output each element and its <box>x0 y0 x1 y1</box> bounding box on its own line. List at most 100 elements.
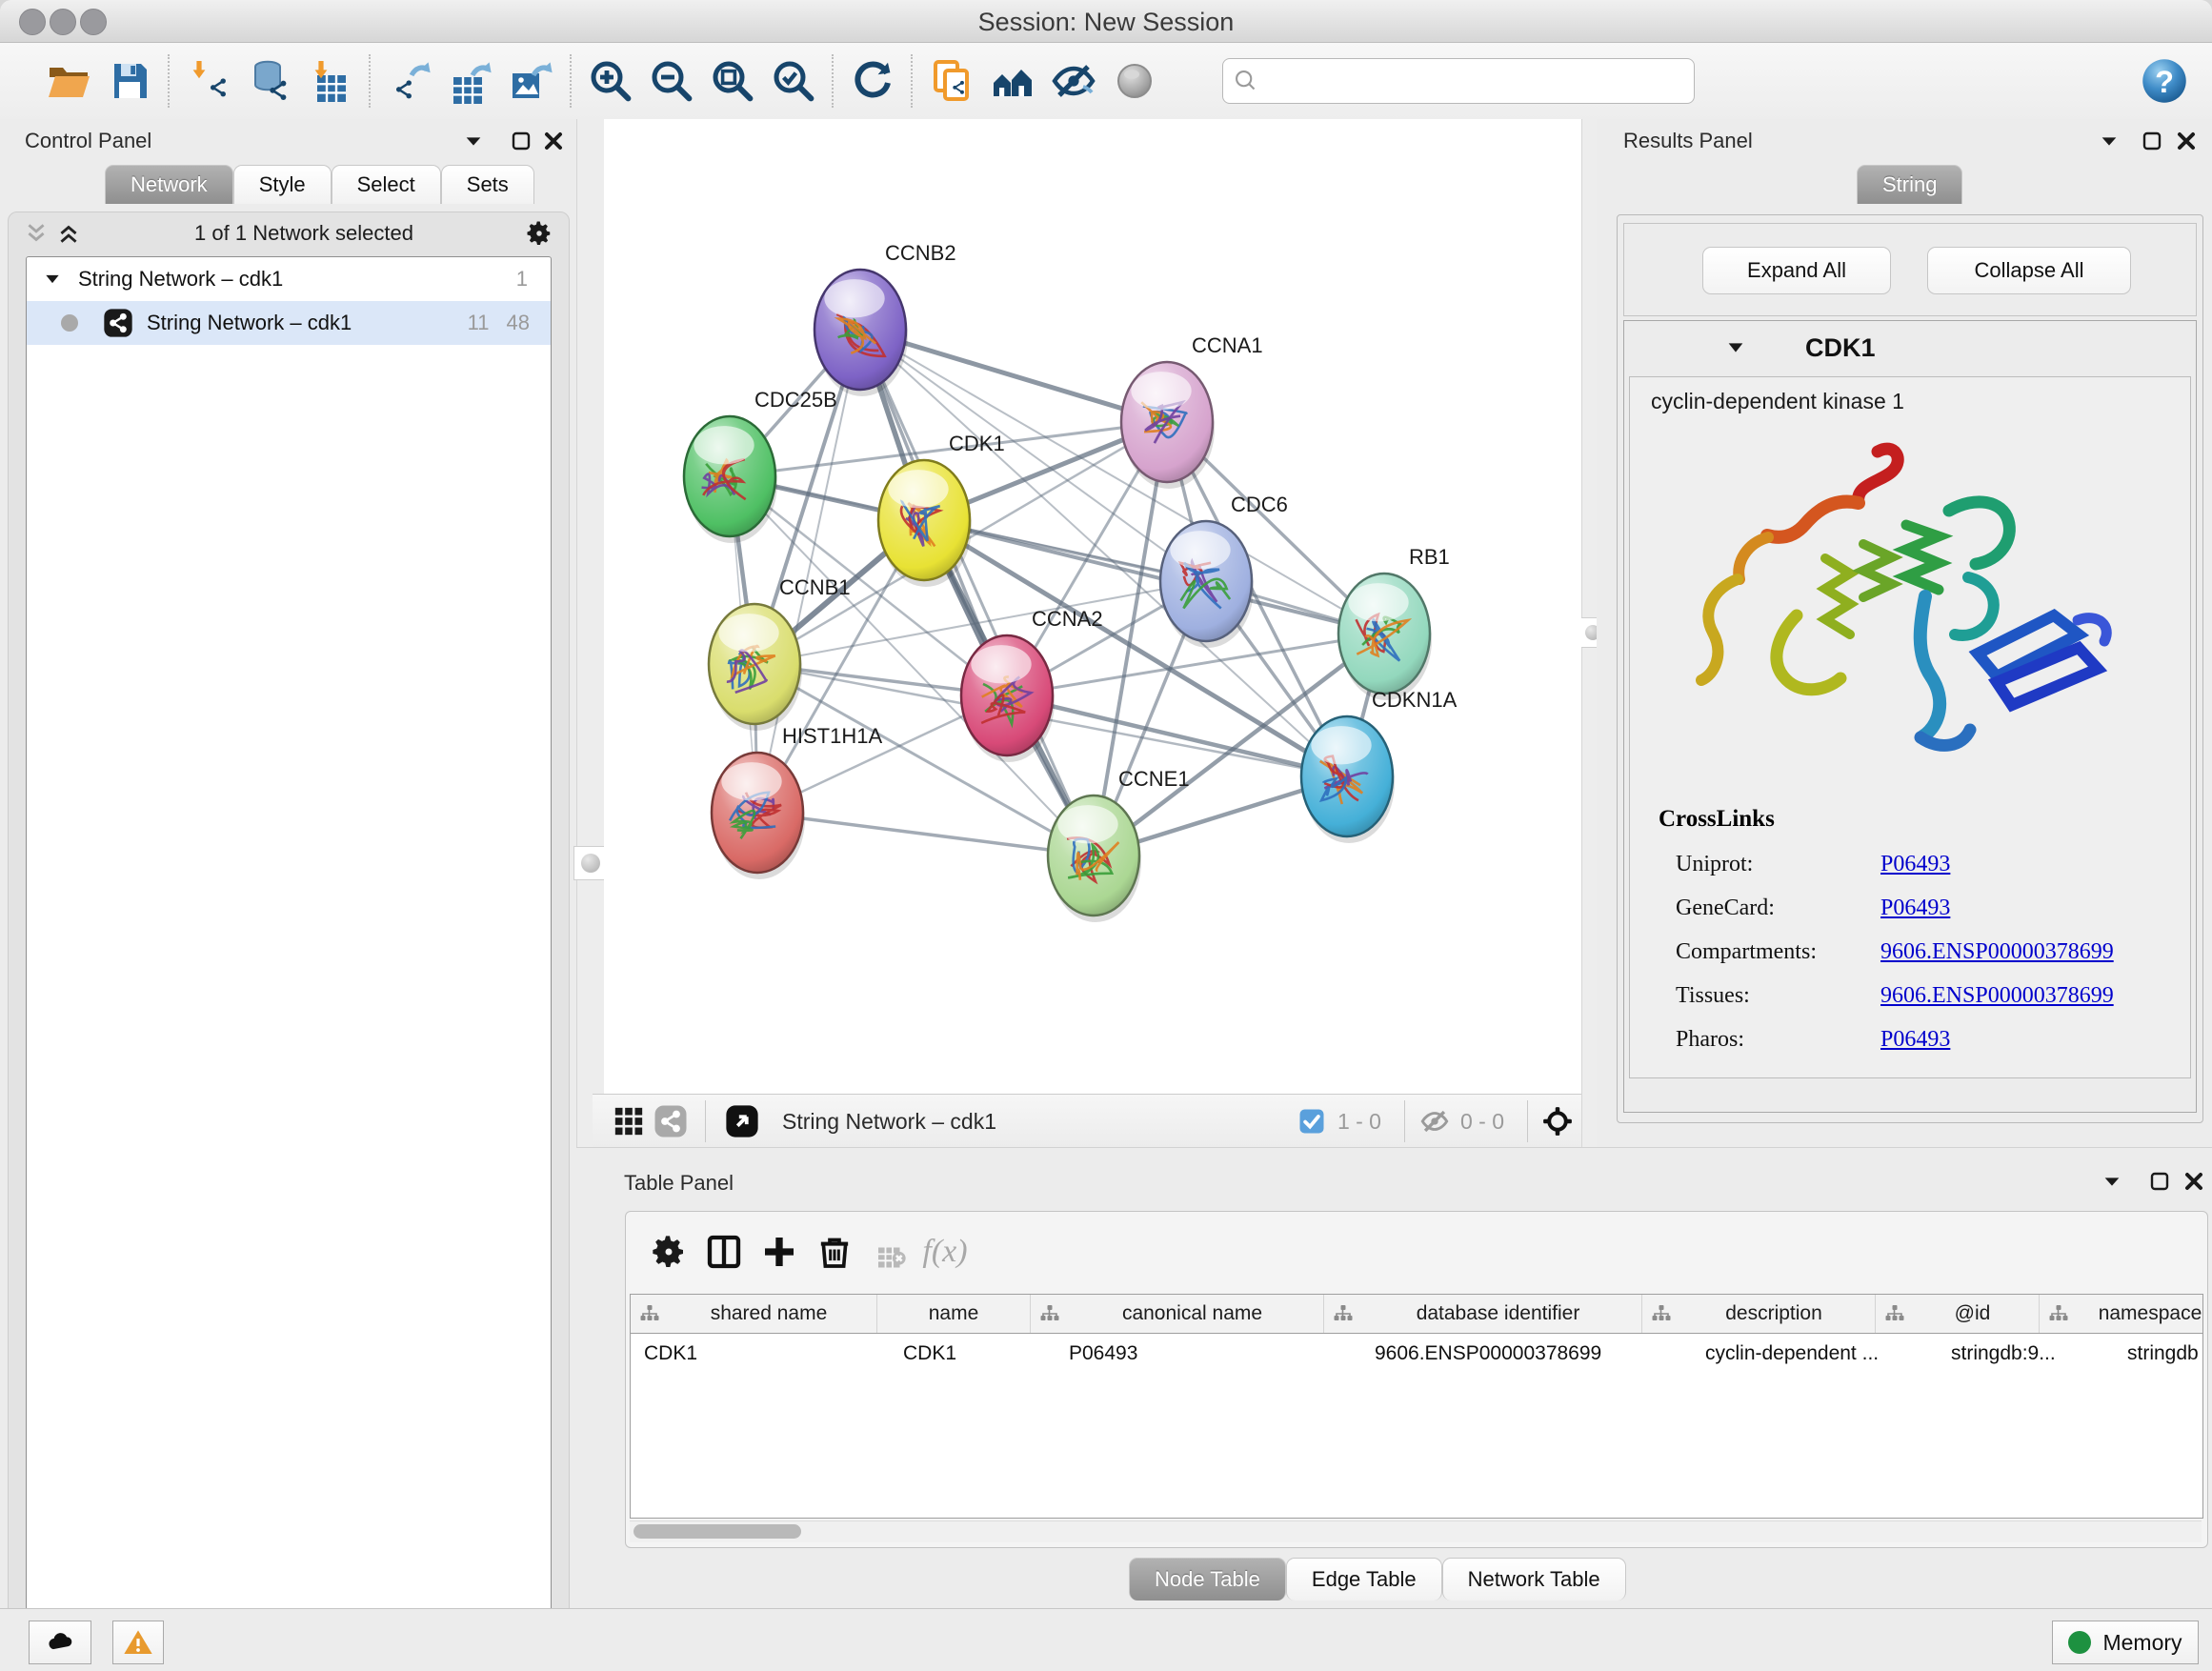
edge-CDK1-RB1[interactable] <box>924 520 1384 634</box>
export-network-button[interactable] <box>379 50 440 111</box>
export-table-button[interactable] <box>440 50 501 111</box>
expand-all-networks-icon[interactable] <box>20 217 52 250</box>
zoom-in-button[interactable] <box>580 50 641 111</box>
crosslink-link[interactable]: 9606.ENSP00000378699 <box>1880 939 2114 964</box>
edge-CCNB2-CCNE1[interactable] <box>860 330 1094 856</box>
cell--id[interactable]: stringdb:9... <box>1938 1342 2114 1365</box>
node-HIST1H1A[interactable]: HIST1H1A <box>712 724 882 879</box>
collapse-all-networks-icon[interactable] <box>52 217 85 250</box>
grid-view-icon[interactable] <box>608 1105 650 1137</box>
hidden-eye-icon[interactable] <box>1418 1105 1451 1137</box>
toolbar-separator <box>168 54 171 108</box>
zoom-fit-icon <box>710 58 755 104</box>
trash-button[interactable] <box>807 1225 862 1278</box>
cdk1-section-header[interactable]: CDK1 <box>1624 321 2196 374</box>
column-header-namespace[interactable]: namespace <box>2040 1295 2203 1333</box>
gear-button[interactable] <box>641 1225 696 1278</box>
cell-name[interactable]: CDK1 <box>890 1342 1056 1365</box>
fit-center-crosshair-icon[interactable] <box>1541 1105 1574 1137</box>
column-header--id[interactable]: @id <box>1876 1295 2040 1333</box>
crosslink-link[interactable]: P06493 <box>1880 1027 1950 1052</box>
table-panel-float-icon[interactable] <box>2143 1165 2176 1198</box>
cloud-button[interactable] <box>29 1621 91 1664</box>
results-panel-close-icon[interactable] <box>2170 125 2202 157</box>
import-table-button[interactable] <box>300 50 361 111</box>
tab-network-table[interactable]: Network Table <box>1442 1558 1626 1601</box>
string-homes-button[interactable] <box>982 50 1043 111</box>
network-canvas[interactable]: CCNB2CCNA1CDC25BCDK1CDC6RB1CCNB1CCNA2CDK… <box>604 119 1581 1094</box>
column-header-name[interactable]: name <box>877 1295 1031 1333</box>
network-collection-row[interactable]: String Network – cdk1 1 <box>27 257 551 301</box>
column-header-shared-name[interactable]: shared name <box>631 1295 877 1333</box>
table-panel-menu-icon[interactable] <box>2096 1165 2128 1198</box>
tab-network[interactable]: Network <box>105 165 233 204</box>
left-splitter[interactable] <box>576 119 606 1147</box>
node-RB1[interactable]: RB1 <box>1338 545 1450 700</box>
collection-expand-icon[interactable] <box>36 263 69 295</box>
save-session-button[interactable] <box>99 50 160 111</box>
table-panel-close-icon[interactable] <box>2178 1165 2210 1198</box>
node-CDKN1A[interactable]: CDKN1A <box>1301 688 1458 843</box>
column-header-database-identifier[interactable]: database identifier <box>1324 1295 1642 1333</box>
cell-database-identifier[interactable]: 9606.ENSP00000378699 <box>1361 1342 1692 1365</box>
column-header-canonical-name[interactable]: canonical name <box>1031 1295 1324 1333</box>
crosslink-link[interactable]: P06493 <box>1880 896 1950 920</box>
refresh-view-button[interactable] <box>842 50 903 111</box>
zoom-selected-button[interactable] <box>763 50 824 111</box>
cell-description[interactable]: cyclin-dependent ... <box>1692 1342 1938 1365</box>
cell-namespace[interactable]: stringdb <box>2114 1342 2203 1365</box>
zoom-fit-button[interactable] <box>702 50 763 111</box>
duplicate-network-button[interactable] <box>921 50 982 111</box>
node-CCNE1[interactable]: CCNE1 <box>1048 767 1190 922</box>
node-label-HIST1H1A: HIST1H1A <box>782 724 882 748</box>
import-network-file-button[interactable] <box>178 50 239 111</box>
cell-shared-name[interactable]: CDK1 <box>631 1342 890 1365</box>
tab-style[interactable]: Style <box>233 165 332 204</box>
node-table[interactable]: shared namenamecanonical namedatabase id… <box>630 1294 2203 1519</box>
control-panel-close-icon[interactable] <box>537 125 570 157</box>
crosslink-link[interactable]: 9606.ENSP00000378699 <box>1880 983 2114 1008</box>
warning-button[interactable] <box>112 1621 164 1664</box>
export-image-button[interactable] <box>501 50 562 111</box>
tab-node-table[interactable]: Node Table <box>1129 1558 1286 1601</box>
control-panel-float-icon[interactable] <box>505 125 537 157</box>
network-row[interactable]: String Network – cdk1 11 48 <box>27 301 551 345</box>
help-button[interactable]: ? <box>2134 50 2195 111</box>
scrollbar-thumb[interactable] <box>633 1524 801 1539</box>
edge-HIST1H1A-CCNE1[interactable] <box>757 813 1094 856</box>
crosslink-link[interactable]: P06493 <box>1880 852 1950 876</box>
expand-all-button[interactable]: Expand All <box>1702 247 1891 294</box>
tab-sets[interactable]: Sets <box>441 165 534 204</box>
import-table-icon <box>308 58 353 104</box>
tab-select[interactable]: Select <box>332 165 441 204</box>
columns-button[interactable] <box>696 1225 752 1278</box>
search-input[interactable] <box>1269 61 1694 101</box>
gene-name: CDK1 <box>1805 333 1876 363</box>
results-panel-float-icon[interactable] <box>2136 125 2168 157</box>
cell-canonical-name[interactable]: P06493 <box>1056 1342 1361 1365</box>
birds-eye-view-icon[interactable] <box>719 1105 765 1137</box>
collapse-all-button[interactable]: Collapse All <box>1927 247 2131 294</box>
node-label-CCNA2: CCNA2 <box>1032 607 1103 631</box>
node-CCNA1[interactable]: CCNA1 <box>1121 333 1263 489</box>
tab-edge-table[interactable]: Edge Table <box>1286 1558 1442 1601</box>
table-row[interactable]: CDK1CDK1P064939606.ENSP00000378699cyclin… <box>631 1334 2202 1374</box>
control-panel-menu-icon[interactable] <box>457 125 490 157</box>
zoom-out-button[interactable] <box>641 50 702 111</box>
network-options-gear-icon[interactable] <box>523 217 555 250</box>
tab-string[interactable]: String <box>1857 165 1962 204</box>
results-panel-menu-icon[interactable] <box>2093 125 2125 157</box>
table-horizontal-scrollbar[interactable] <box>630 1520 2202 1542</box>
hide-eye-button[interactable] <box>1043 50 1104 111</box>
left-splitter-handle[interactable] <box>573 846 608 880</box>
memory-button[interactable]: Memory <box>2052 1621 2199 1664</box>
import-network-database-button[interactable] <box>239 50 300 111</box>
selected-checkbox-icon[interactable] <box>1296 1105 1328 1137</box>
show-orb-button[interactable] <box>1104 50 1165 111</box>
column-header-description[interactable]: description <box>1642 1295 1876 1333</box>
open-session-button[interactable] <box>38 50 99 111</box>
string-view-badge-icon[interactable] <box>650 1105 692 1137</box>
plus-button[interactable] <box>752 1225 807 1278</box>
section-collapse-icon[interactable] <box>1719 332 1752 364</box>
search-box[interactable] <box>1222 58 1695 104</box>
